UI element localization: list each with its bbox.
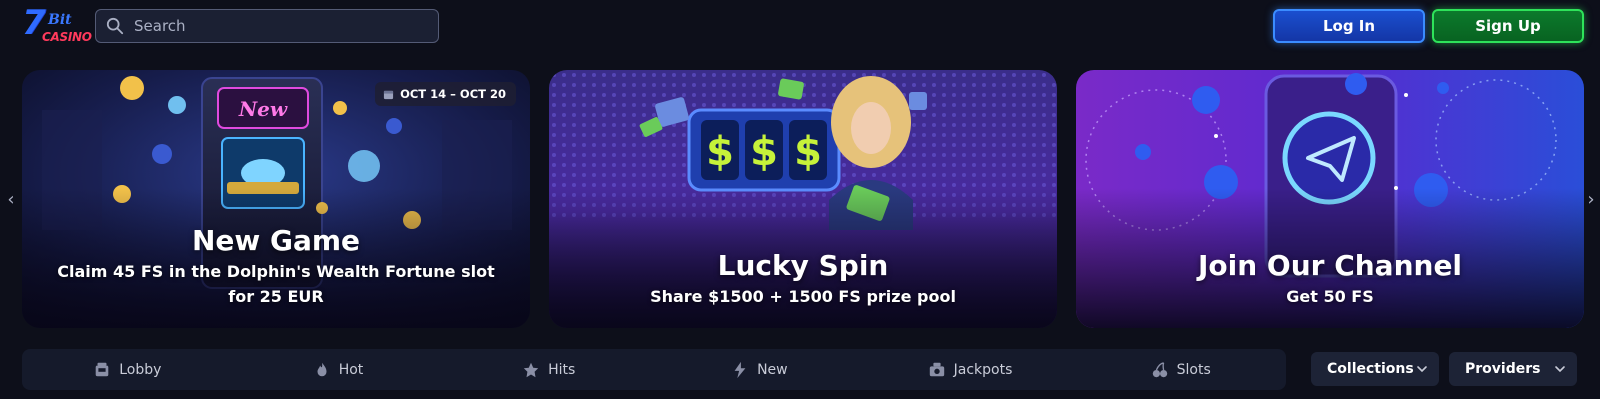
collections-label: Collections — [1327, 361, 1414, 377]
category-hits[interactable]: Hits — [443, 349, 654, 390]
banner-title: Join Our Channel — [1197, 249, 1463, 282]
category-label: Hits — [548, 361, 576, 378]
logo-bit: Bit — [48, 12, 72, 28]
cherries-icon — [1152, 361, 1167, 377]
art-new-sign: New — [238, 97, 288, 121]
logo-casino: CASINO — [42, 30, 92, 44]
category-label: Jackpots — [953, 361, 1013, 378]
casino-logo[interactable]: 7 Bit CASINO — [22, 6, 92, 44]
hits-icon — [523, 362, 539, 377]
banner-subtitle: Claim 45 FS in the Dolphin's Wealth Fort… — [57, 262, 495, 306]
category-nav: Lobby Hot Hits New Jackpots Slots — [22, 349, 1286, 390]
collections-dropdown[interactable]: Collections — [1311, 352, 1439, 386]
promo-date-badge: OCT 14 – OCT 20 — [375, 82, 516, 106]
carousel-prev-arrow-icon[interactable]: ‹ — [4, 188, 18, 210]
category-label: Hot — [338, 361, 364, 378]
search-icon — [106, 17, 124, 35]
banner-subtitle: Get 50 FS — [1286, 287, 1374, 306]
svg-text:$: $ — [750, 129, 778, 175]
search-box[interactable] — [95, 9, 439, 43]
calendar-icon — [384, 90, 394, 99]
carousel-next-arrow-icon[interactable]: › — [1584, 188, 1598, 210]
providers-label: Providers — [1465, 361, 1541, 377]
banner-title: Lucky Spin — [717, 249, 889, 282]
jackpot-icon — [929, 362, 944, 376]
banner-title: New Game — [191, 224, 361, 257]
category-slots[interactable]: Slots — [1075, 349, 1286, 390]
date-range-text: OCT 14 – OCT 20 — [400, 87, 506, 101]
banner-new-game[interactable]: New OCT 14 – OCT 20 New Game Claim 45 FS… — [22, 70, 530, 328]
category-label: New — [757, 361, 788, 378]
category-jackpots[interactable]: Jackpots — [865, 349, 1076, 390]
logo-number: 7 — [22, 3, 46, 43]
chevron-down-icon — [1417, 366, 1427, 373]
category-lobby[interactable]: Lobby — [22, 349, 233, 390]
category-label: Slots — [1176, 361, 1211, 378]
search-input[interactable] — [134, 12, 424, 40]
new-icon — [734, 361, 746, 378]
banner-join-channel[interactable]: Join Our Channel Get 50 FS — [1076, 70, 1584, 328]
providers-dropdown[interactable]: Providers — [1449, 352, 1577, 386]
category-label: Lobby — [119, 361, 162, 378]
chevron-down-icon — [1555, 366, 1565, 373]
banner-lucky-spin[interactable]: $ $ $ Lucky Spin Share $1500 + 1500 FS p… — [549, 70, 1057, 328]
category-new[interactable]: New — [654, 349, 865, 390]
svg-text:$: $ — [794, 129, 822, 175]
svg-text:$: $ — [706, 129, 734, 175]
category-hot[interactable]: Hot — [233, 349, 444, 390]
login-button[interactable]: Log In — [1273, 9, 1425, 43]
banner-subtitle: Share $1500 + 1500 FS prize pool — [650, 287, 956, 306]
flame-icon — [317, 362, 327, 376]
signup-button[interactable]: Sign Up — [1432, 9, 1584, 43]
lobby-icon — [95, 362, 109, 376]
